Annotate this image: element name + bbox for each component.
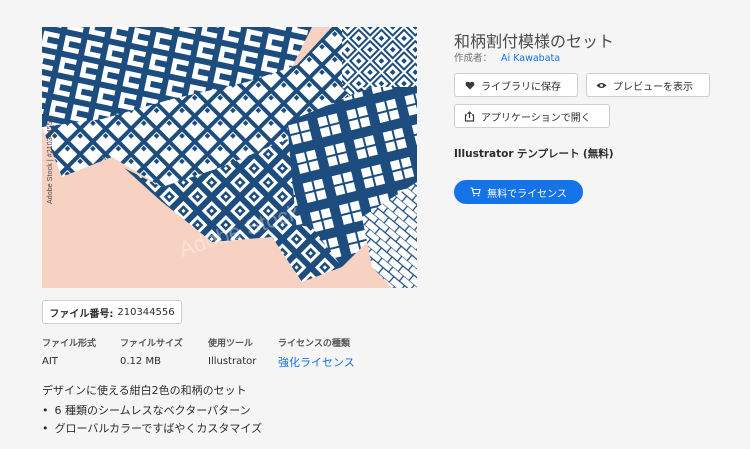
file-number-box[interactable]: ファイル番号: 210344556 [42, 300, 182, 324]
file-number-label: ファイル番号: [49, 308, 114, 320]
author-label: 作成者： [454, 53, 493, 64]
author-row: 作成者： Ai Kawabata [454, 50, 560, 64]
meta-key: ライセンスの種類 [278, 339, 350, 349]
meta-license-type: ライセンスの種類 強化ライセンス [278, 336, 355, 370]
description: デザインに使える紺白2色の和柄のセット [42, 384, 247, 397]
template-type: Illustrator テンプレート (無料) [454, 146, 614, 161]
watermark-text: Adobe Stock | #210344556 [47, 117, 54, 204]
feature-list: 6 種類のシームレスなベクターパターン グローバルカラーですばやくカスタマイズ [42, 402, 263, 438]
view-preview-button[interactable]: プレビューを表示 [586, 73, 710, 97]
meta-file-format: ファイル形式 AIT [42, 336, 96, 367]
meta-key: ファイルサイズ [120, 339, 183, 349]
meta-value: Illustrator [208, 356, 257, 367]
meta-key: 使用ツール [208, 339, 254, 349]
meta-value: 0.12 MB [120, 356, 161, 367]
save-to-library-button[interactable]: ライブラリに保存 [454, 73, 578, 97]
view-preview-label: プレビューを表示 [613, 81, 693, 93]
eye-icon [596, 80, 607, 91]
meta-file-size: ファイルサイズ 0.12 MB [120, 336, 183, 367]
share-icon [464, 110, 475, 122]
template-price: (無料) [582, 148, 614, 160]
author-link[interactable]: Ai Kawabata [501, 53, 560, 64]
list-item: 6 種類のシームレスなベクターパターン [42, 402, 262, 420]
meta-tool: 使用ツール Illustrator [208, 336, 256, 367]
heart-icon [464, 80, 475, 91]
cart-icon [470, 187, 481, 197]
open-in-app-label: アプリケーションで開く [481, 112, 591, 124]
free-license-label: 無料でライセンス [487, 188, 567, 200]
template-app: Illustrator [454, 148, 514, 160]
file-number-value: 210344556 [117, 306, 175, 318]
meta-value: AIT [42, 356, 58, 367]
page-title: 和柄割付模様のセット [454, 32, 615, 51]
meta-key: ファイル形式 [42, 339, 97, 349]
preview-image[interactable]: Adobe Stock [42, 27, 417, 288]
open-in-app-button[interactable]: アプリケーションで開く [454, 104, 610, 128]
license-type-link[interactable]: 強化ライセンス [278, 354, 355, 370]
free-license-button[interactable]: 無料でライセンス [454, 180, 583, 204]
save-to-library-label: ライブラリに保存 [481, 81, 561, 93]
template-kind: テンプレート [516, 148, 580, 160]
stock-asset-page: Adobe Stock Adobe Stock | #210344556 和柄割… [0, 0, 750, 449]
list-item: グローバルカラーですばやくカスタマイズ [42, 420, 263, 438]
